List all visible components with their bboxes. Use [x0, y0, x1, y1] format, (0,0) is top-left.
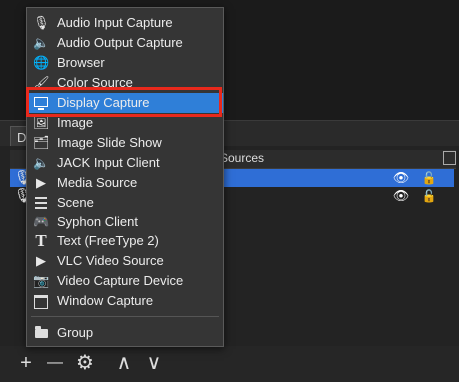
brush-icon: 🖌 [33, 75, 50, 90]
source-settings-button[interactable]: ⚙ [73, 350, 97, 376]
window-icon [33, 293, 49, 309]
lock-icon[interactable]: 🔓 [420, 188, 438, 204]
camera-icon: 📷 [33, 273, 50, 288]
speaker-icon: 🔈 [33, 155, 50, 170]
eye-icon[interactable]: 👁 [392, 170, 410, 186]
speaker-icon: 🔈 [33, 35, 50, 50]
menu-item-color-source[interactable]: 🖌 Color Source [27, 73, 223, 93]
menu-item-browser[interactable]: 🌐 Browser [27, 53, 223, 73]
text-icon: T [35, 231, 47, 250]
image-icon: 🖼 [33, 115, 50, 130]
globe-icon: 🌐 [33, 55, 50, 70]
menu-item-video-capture-device[interactable]: 📷 Video Capture Device [27, 271, 223, 291]
sources-toolbar [0, 346, 459, 382]
play-icon: ▶ [36, 253, 46, 268]
menu-item-group[interactable]: Group [27, 323, 223, 343]
lock-icon[interactable]: 🔓 [420, 170, 438, 186]
menu-item-scene[interactable]: Scene [27, 193, 223, 213]
menu-item-vlc-video-source[interactable]: ▶ VLC Video Source [27, 251, 223, 271]
menu-item-image-slide-show[interactable]: 🗂 Image Slide Show [27, 133, 223, 153]
eye-icon[interactable]: 👁 [392, 188, 410, 204]
folder-icon [33, 325, 49, 341]
menu-item-image[interactable]: 🖼 Image [27, 113, 223, 133]
menu-separator [31, 316, 219, 317]
menu-item-media-source[interactable]: ▶ Media Source [27, 173, 223, 193]
menu-item-text-freetype-2[interactable]: T Text (FreeType 2) [27, 231, 223, 251]
sources-panel-title: Sources [220, 151, 265, 165]
play-icon: ▶ [36, 175, 46, 190]
undock-icon[interactable] [443, 151, 456, 165]
monitor-icon [33, 95, 49, 111]
list-icon [33, 195, 49, 211]
menu-item-display-capture[interactable]: Display Capture [27, 93, 223, 113]
move-down-button[interactable]: ∨ [142, 350, 166, 376]
microphone-icon: 🎙 [33, 15, 50, 30]
menu-item-audio-input-capture[interactable]: 🎙 Audio Input Capture [27, 13, 223, 33]
gamepad-icon: 🎮 [33, 214, 50, 229]
add-source-menu: 🎙 Audio Input Capture 🔈 Audio Output Cap… [26, 7, 224, 347]
move-up-button[interactable]: ∧ [112, 350, 136, 376]
menu-item-window-capture[interactable]: Window Capture [27, 291, 223, 311]
menu-item-audio-output-capture[interactable]: 🔈 Audio Output Capture [27, 33, 223, 53]
menu-item-syphon-client[interactable]: 🎮 Syphon Client [27, 212, 223, 232]
remove-source-button[interactable]: — [43, 350, 67, 376]
menu-item-jack-input-client[interactable]: 🔈 JACK Input Client [27, 153, 223, 173]
add-source-button[interactable]: + [14, 350, 38, 376]
slideshow-icon: 🗂 [33, 135, 50, 150]
